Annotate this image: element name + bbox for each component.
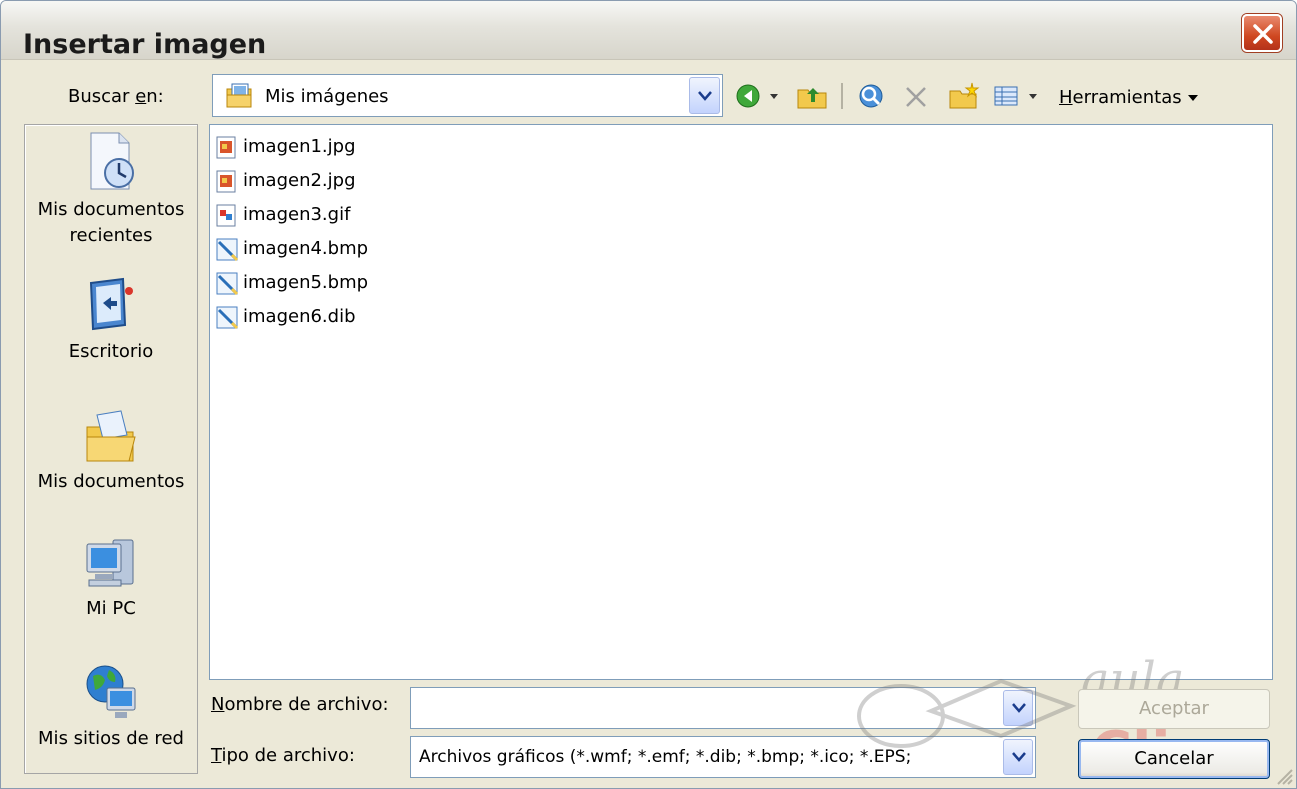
look-in-combobox[interactable]: Mis imágenes	[212, 74, 723, 117]
cancel-button[interactable]: Cancelar	[1078, 739, 1270, 779]
recent-docs-icon	[90, 132, 134, 190]
bmp-file-icon	[216, 238, 239, 262]
views-icon	[994, 86, 1037, 106]
bmp-file-icon	[216, 306, 239, 330]
file-list[interactable]: imagen1.jpg imagen2.jpg imagen3.gif imag…	[209, 124, 1273, 680]
toolbar-separator	[841, 83, 843, 109]
gif-file-icon	[216, 204, 236, 227]
place-desktop[interactable]: Escritorio	[25, 273, 197, 365]
look-in-value: Mis imágenes	[265, 86, 389, 107]
look-in-dropdown-button[interactable]	[689, 77, 720, 114]
delete-icon	[906, 87, 926, 107]
close-button[interactable]	[1242, 14, 1282, 52]
dialog-title: Insertar imagen	[23, 29, 267, 60]
folder-up-icon	[797, 88, 827, 109]
jpg-file-icon	[216, 170, 236, 193]
tools-menu[interactable]: Herramientas	[1059, 87, 1199, 108]
back-icon	[736, 84, 778, 108]
caret-down-icon	[1188, 95, 1199, 101]
place-network[interactable]: Mis sitios de red	[25, 660, 197, 752]
jpg-file-icon	[216, 136, 236, 159]
my-computer-icon	[86, 539, 134, 587]
up-one-level-button[interactable]	[796, 80, 830, 112]
back-button[interactable]	[734, 80, 784, 112]
pictures-folder-icon	[226, 83, 252, 108]
accept-button[interactable]: Aceptar	[1078, 689, 1270, 729]
new-folder-button[interactable]	[947, 80, 981, 112]
close-icon	[1253, 24, 1273, 44]
delete-button[interactable]	[901, 80, 931, 112]
title-bar[interactable]: Insertar imagen	[1, 1, 1296, 60]
chevron-down-icon	[698, 91, 712, 101]
search-web-button[interactable]	[854, 80, 888, 112]
network-places-icon	[86, 665, 136, 718]
place-recent-documents[interactable]: Mis documentos recientes	[25, 127, 197, 249]
place-my-documents[interactable]: Mis documentos	[25, 403, 197, 495]
place-my-computer[interactable]: Mi PC	[25, 530, 197, 622]
places-bar: Mis documentos recientes Escritorio Mis …	[24, 124, 198, 774]
views-button[interactable]	[991, 80, 1051, 112]
insert-image-dialog: Insertar imagen Buscar en: Mis imágenes	[0, 0, 1297, 789]
search-web-icon	[859, 84, 883, 108]
bmp-file-icon	[216, 272, 239, 296]
desktop-icon	[89, 277, 133, 331]
resize-grip-icon[interactable]	[1272, 764, 1294, 786]
new-folder-icon	[949, 82, 980, 109]
my-documents-icon	[86, 410, 136, 462]
look-in-label: Buscar en:	[68, 86, 164, 107]
filename-label: Nombre de archivo:	[211, 694, 389, 715]
filetype-label: Tipo de archivo:	[211, 745, 355, 766]
